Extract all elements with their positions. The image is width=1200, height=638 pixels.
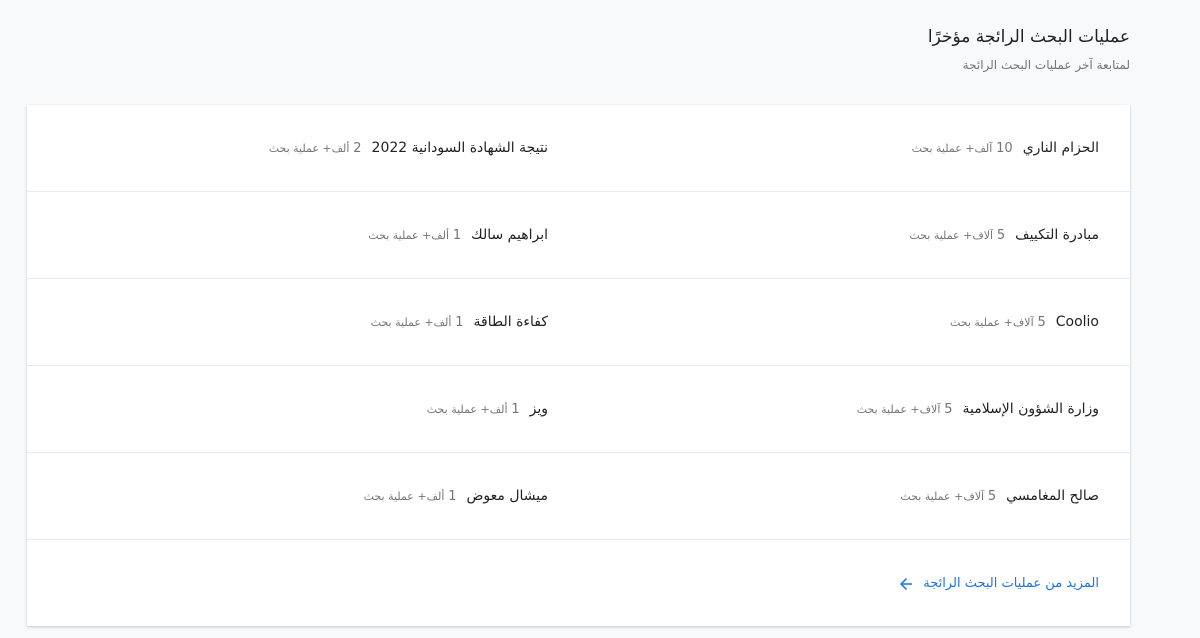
search-count: 5 آلاف+ عملية بحث: [950, 315, 1046, 330]
search-count: 1 ألف+ عملية بحث: [364, 489, 457, 504]
search-count: 2 ألف+ عملية بحث: [269, 141, 362, 156]
search-count-number: 5: [944, 401, 953, 417]
section-subtitle: لمتابعة آخر عمليات البحث الرائجة: [962, 58, 1130, 72]
search-count: 10 آلف+ عملية بحث: [912, 141, 1013, 156]
search-count: 1 ألف+ عملية بحث: [427, 402, 520, 417]
trending-row: الحزام الناري 10 آلف+ عملية بحث نتيجة ال…: [27, 105, 1130, 192]
search-count: 5 آلاف+ عملية بحث: [900, 489, 996, 504]
search-count: 5 آلاف+ عملية بحث: [909, 228, 1005, 243]
search-count-unit: ألف+ عملية بحث: [370, 315, 452, 329]
trending-row: صالح المغامسي 5 آلاف+ عملية بحث ميشال مع…: [27, 453, 1130, 540]
trending-row: مبادرة التكييف 5 آلاف+ عملية بحث ابراهيم…: [27, 192, 1130, 279]
arrow-left-icon: [897, 575, 915, 593]
search-count-number: 5: [987, 488, 997, 504]
trending-term: مبادرة التكييف: [1015, 227, 1099, 243]
trending-row: Coolio 5 آلاف+ عملية بحث كفاءة الطاقة 1 …: [27, 279, 1130, 366]
more-trending-link[interactable]: المزيد من عمليات البحث الرائجة: [897, 541, 1099, 626]
search-count-number: 1: [452, 227, 462, 243]
trending-item[interactable]: نتيجة الشهادة السودانية 2022 2 ألف+ عملي…: [269, 105, 548, 191]
trending-term: نتيجة الشهادة السودانية 2022: [371, 140, 548, 156]
trending-item[interactable]: الحزام الناري 10 آلف+ عملية بحث: [912, 105, 1099, 191]
trending-item[interactable]: صالح المغامسي 5 آلاف+ عملية بحث: [900, 453, 1099, 539]
trending-item[interactable]: مبادرة التكييف 5 آلاف+ عملية بحث: [909, 192, 1099, 278]
trending-term: ابراهيم سالك: [471, 227, 548, 243]
search-count-unit: ألف+ عملية بحث: [363, 489, 445, 503]
trending-term: صالح المغامسي: [1006, 488, 1099, 504]
search-count-number: 10: [996, 140, 1013, 156]
trending-searches-page: عمليات البحث الرائجة مؤخرًا لمتابعة آخر …: [0, 0, 1200, 638]
trending-item[interactable]: Coolio 5 آلاف+ عملية بحث: [950, 279, 1099, 365]
search-count-unit: ألف+ عملية بحث: [268, 141, 350, 155]
search-count-number: 1: [455, 314, 464, 330]
trending-item[interactable]: ويز 1 ألف+ عملية بحث: [427, 366, 548, 452]
trending-row: وزارة الشؤون الإسلامية 5 آلاف+ عملية بحث…: [27, 366, 1130, 453]
trending-card: الحزام الناري 10 آلف+ عملية بحث نتيجة ال…: [27, 105, 1130, 626]
section-header: عمليات البحث الرائجة مؤخرًا لمتابعة آخر …: [530, 25, 1130, 74]
search-count-number: 5: [1037, 314, 1046, 330]
trending-term: وزارة الشؤون الإسلامية: [962, 401, 1099, 417]
search-count-number: 2: [353, 140, 362, 156]
search-count-unit: آلف+ عملية بحث: [911, 141, 993, 155]
search-count-unit: آلاف+ عملية بحث: [949, 315, 1034, 329]
trending-item[interactable]: وزارة الشؤون الإسلامية 5 آلاف+ عملية بحث: [857, 366, 1099, 452]
search-count-unit: ألف+ عملية بحث: [368, 228, 450, 242]
search-count: 1 ألف+ عملية بحث: [368, 228, 461, 243]
search-count-number: 1: [511, 401, 520, 417]
trending-item[interactable]: ميشال معوض 1 ألف+ عملية بحث: [364, 453, 548, 539]
search-count: 1 ألف+ عملية بحث: [371, 315, 464, 330]
search-count-unit: ألف+ عملية بحث: [426, 402, 508, 416]
trending-term: كفاءة الطاقة: [473, 314, 548, 330]
search-count-unit: آلاف+ عملية بحث: [856, 402, 941, 416]
trending-item[interactable]: ابراهيم سالك 1 ألف+ عملية بحث: [368, 192, 548, 278]
trending-term: ميشال معوض: [466, 488, 548, 504]
search-count-unit: آلاف+ عملية بحث: [900, 489, 985, 503]
more-trending-label: المزيد من عمليات البحث الرائجة: [923, 576, 1099, 591]
section-title: عمليات البحث الرائجة مؤخرًا: [927, 27, 1130, 47]
search-count-unit: آلاف+ عملية بحث: [909, 228, 994, 242]
trending-term: ويز: [529, 401, 548, 417]
trending-term: Coolio: [1055, 314, 1099, 330]
search-count: 5 آلاف+ عملية بحث: [857, 402, 953, 417]
trending-item[interactable]: كفاءة الطاقة 1 ألف+ عملية بحث: [371, 279, 548, 365]
search-count-number: 5: [996, 227, 1006, 243]
search-count-number: 1: [448, 488, 457, 504]
trending-term: الحزام الناري: [1022, 140, 1099, 156]
